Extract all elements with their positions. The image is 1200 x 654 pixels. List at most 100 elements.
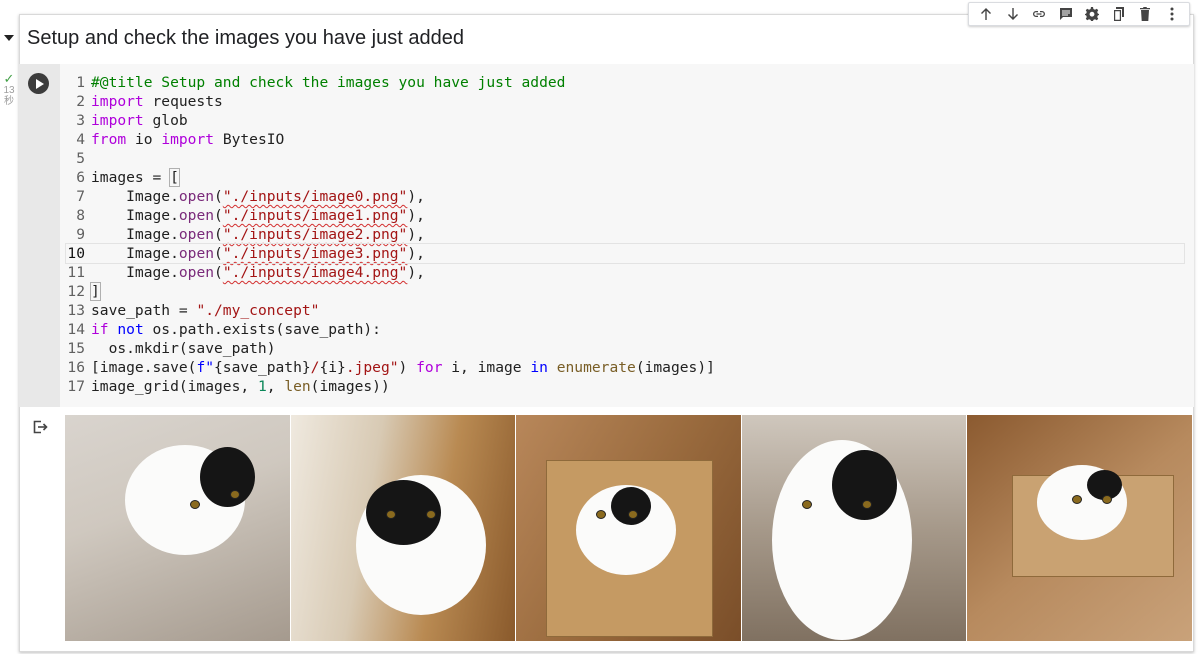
line-number: 1 [76,74,85,91]
line-number: 8 [76,207,85,224]
code-token: os.path.exists(save_path): [143,321,381,338]
code-token: images = [91,169,171,186]
code-token: f" [196,359,215,376]
mirror-cell-button[interactable] [1108,3,1130,25]
code-token: #@title Setup and check the images you h… [91,74,566,91]
cell-toolbar [968,2,1190,26]
code-token: glob [143,112,188,129]
code-token: requests [143,93,223,110]
code-text: import glob [91,111,188,130]
code-token: Image. [91,264,179,281]
line-number: 17 [67,378,85,395]
code-token: ), [407,207,425,224]
code-token: 1 [257,378,267,395]
code-token: ] [90,282,101,301]
code-text: Image.open("./inputs/image0.png"), [91,187,425,206]
run-cell-button[interactable] [28,73,49,94]
more-options-button[interactable] [1161,3,1183,25]
arrow-down-icon [1007,8,1018,20]
code-line[interactable]: 11 Image.open("./inputs/image4.png"), [66,263,1184,282]
code-token: if [91,321,109,338]
execution-time: 13 秒 [3,85,15,107]
code-text: os.mkdir(save_path) [91,339,276,358]
code-line[interactable]: 12] [66,282,1184,301]
code-token: {save_path} [214,359,311,376]
code-token: Image. [91,188,179,205]
line-number: 10 [67,245,85,262]
section-title: Setup and check the images you have just… [27,27,464,49]
line-number: 6 [76,169,85,186]
output-toggle-button[interactable] [32,419,48,435]
code-token: ( [214,245,223,262]
cat-photo-5 [967,415,1192,641]
code-line[interactable]: 14 if not os.path.exists(save_path): [66,320,1184,339]
code-token: ), [407,264,425,281]
code-lines[interactable]: 1 #@title Setup and check the images you … [65,73,1185,396]
code-token: (images)] [635,359,715,376]
line-number: 12 [67,283,85,300]
code-text: from io import BytesIO [91,130,284,149]
code-token: open [178,245,215,262]
code-token: os.mkdir(save_path) [91,340,276,357]
code-line[interactable]: 3 import glob [66,111,1184,130]
code-token: Image. [91,207,179,224]
code-token: ), [407,226,425,243]
play-icon [35,78,44,89]
code-token: (images)) [310,378,390,395]
code-token: not [117,321,144,338]
code-token: "./inputs/image3.png" [222,245,408,262]
code-token: [ [169,168,180,187]
code-line[interactable]: 5 [66,149,1184,168]
code-text: Image.open("./inputs/image4.png"), [91,263,425,282]
code-line[interactable]: 10 Image.open("./inputs/image3.png"), [65,243,1185,264]
code-text: if not os.path.exists(save_path): [91,320,381,339]
code-token: ), [407,188,425,205]
code-text: import requests [91,92,223,111]
checkmark-icon: ✓ [3,71,15,86]
code-token: "./inputs/image2.png" [222,226,408,243]
code-token: i, image [442,359,531,376]
cat-photo-2 [290,415,517,641]
line-number: 7 [76,188,85,205]
code-text: Image.open("./inputs/image1.png"), [91,206,425,225]
code-text: #@title Setup and check the images you h… [91,73,565,92]
code-line[interactable]: 13 save_path = "./my_concept" [66,301,1184,320]
code-token: save_path = [91,302,197,319]
code-line[interactable]: 8 Image.open("./inputs/image1.png"), [66,206,1184,225]
code-text: images = [ [91,168,180,187]
code-line[interactable]: 2 import requests [66,92,1184,111]
code-line[interactable]: 1 #@title Setup and check the images you … [66,73,1184,92]
code-line[interactable]: 17 image_grid(images, 1, len(images)) [66,377,1184,396]
gear-icon [1085,7,1100,21]
code-line[interactable]: 16 [image.save(f"{save_path}/{i}.jpeg") f… [66,358,1184,377]
code-text: save_path = "./my_concept" [91,301,319,320]
line-number: 2 [76,93,85,110]
execution-status: ✓ 13 秒 [2,72,16,107]
code-line[interactable]: 9 Image.open("./inputs/image2.png"), [66,225,1184,244]
code-token: , [266,378,285,395]
move-cell-up-button[interactable] [975,3,997,25]
code-line[interactable]: 4 from io import BytesIO [66,130,1184,149]
code-text: [image.save(f"{save_path}/{i}.jpeg") for… [91,358,715,377]
collapse-section-toggle[interactable] [4,35,14,41]
cell-settings-button[interactable] [1081,3,1103,25]
more-vert-icon [1170,7,1174,21]
code-token: enumerate [556,359,636,376]
add-comment-button[interactable] [1055,3,1077,25]
arrow-up-icon [981,8,992,20]
move-cell-down-button[interactable] [1002,3,1024,25]
code-token: "./inputs/image0.png" [222,188,408,205]
code-token: {i} [319,359,346,376]
code-token: ( [214,188,223,205]
code-token: image_grid(images, [91,378,258,395]
link-icon [1033,11,1046,17]
code-line[interactable]: 7 Image.open("./inputs/image0.png"), [66,187,1184,206]
delete-cell-button[interactable] [1134,3,1156,25]
code-line[interactable]: 15 os.mkdir(save_path) [66,339,1184,358]
code-token: ) [398,359,417,376]
link-to-cell-button[interactable] [1028,3,1050,25]
code-token: "./my_concept" [196,302,320,319]
run-gutter [19,64,60,407]
code-line[interactable]: 6 images = [ [66,168,1184,187]
output-arrow-icon [33,420,48,434]
